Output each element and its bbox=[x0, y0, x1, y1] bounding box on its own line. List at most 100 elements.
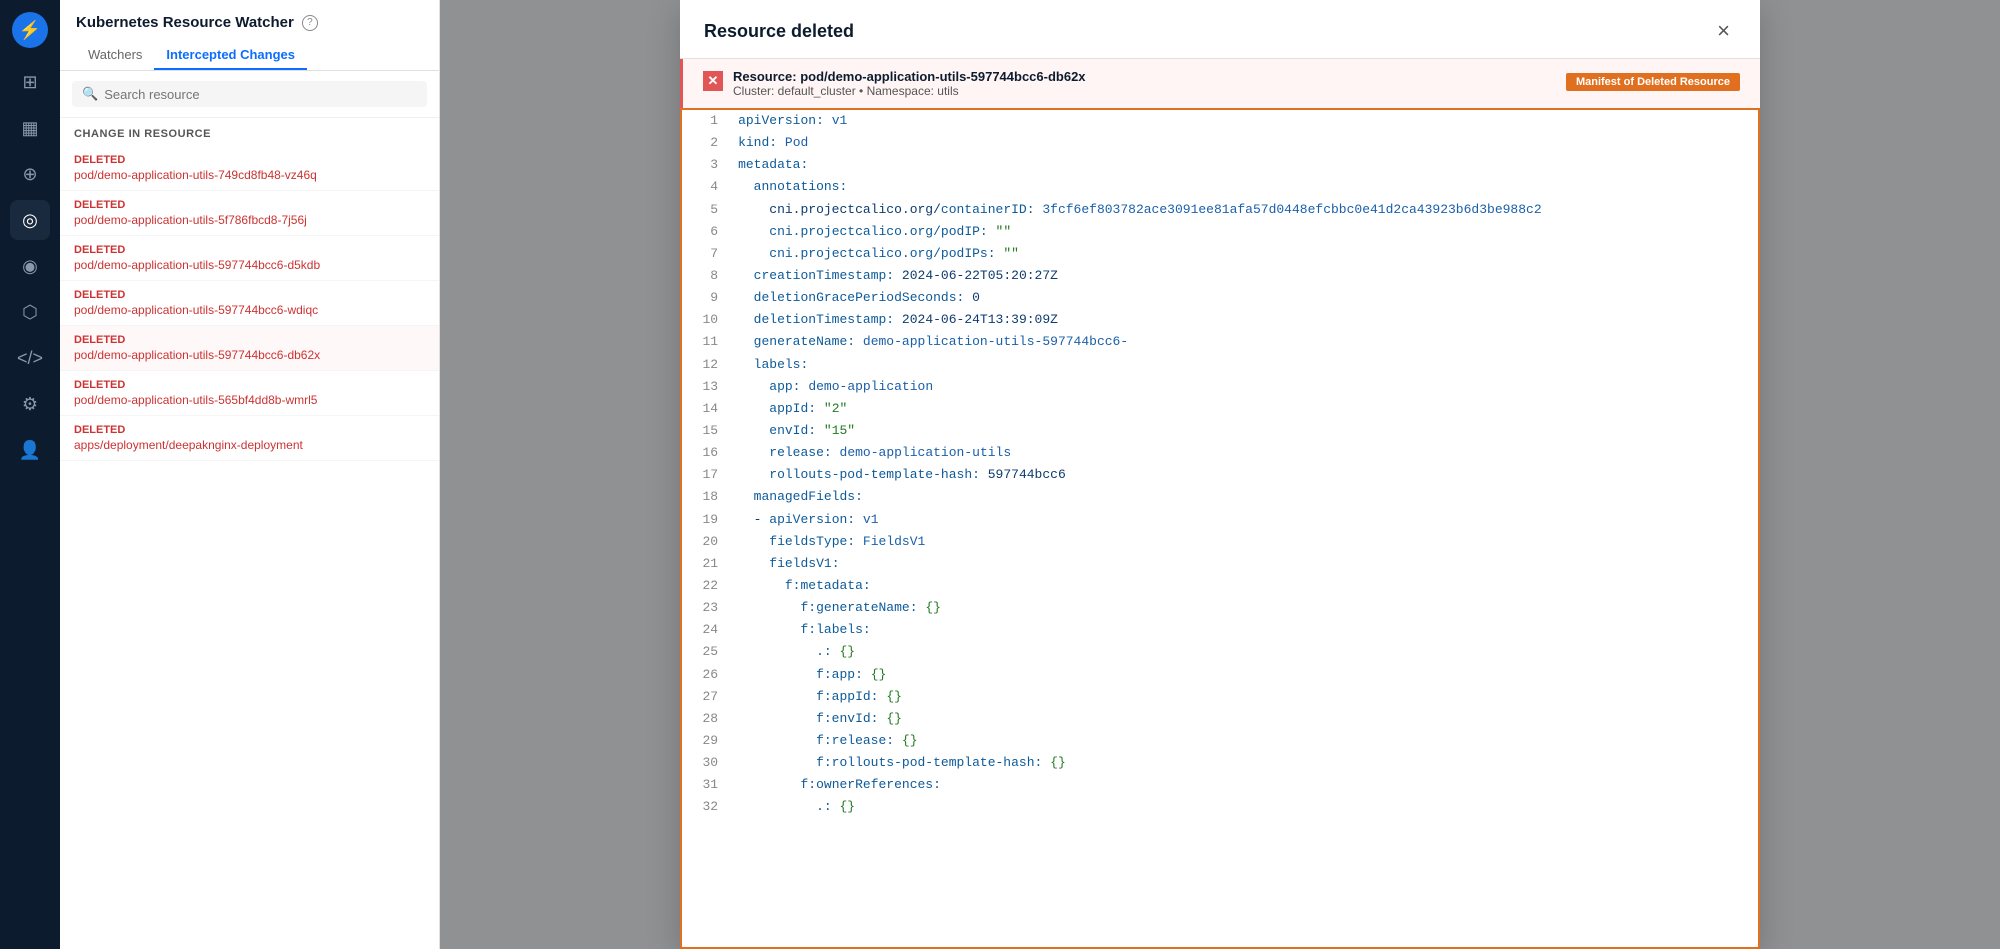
help-icon[interactable]: ? bbox=[302, 15, 318, 31]
line-number: 29 bbox=[682, 730, 732, 752]
resource-list: DELETED pod/demo-application-utils-749cd… bbox=[60, 146, 439, 949]
code-line: 30 f:rollouts-pod-template-hash: {} bbox=[682, 752, 1758, 774]
sidebar-icon-grid[interactable]: ⊞ bbox=[10, 62, 50, 102]
line-content: envId: "15" bbox=[732, 420, 1758, 442]
app-title: Kubernetes Resource Watcher bbox=[76, 14, 294, 31]
list-item[interactable]: DELETED pod/demo-application-utils-565bf… bbox=[60, 371, 439, 416]
tab-watchers[interactable]: Watchers bbox=[76, 41, 154, 70]
line-number: 4 bbox=[682, 176, 732, 198]
line-number: 17 bbox=[682, 464, 732, 486]
list-item[interactable]: DELETED pod/demo-application-utils-749cd… bbox=[60, 146, 439, 191]
sidebar-icon-code[interactable]: </> bbox=[10, 338, 50, 378]
line-content: generateName: demo-application-utils-597… bbox=[732, 331, 1758, 353]
sidebar-icon-plus[interactable]: ⊕ bbox=[10, 154, 50, 194]
line-number: 23 bbox=[682, 597, 732, 619]
line-content: deletionTimestamp: 2024-06-24T13:39:09Z bbox=[732, 309, 1758, 331]
deleted-icon: ✕ bbox=[703, 71, 723, 91]
close-button[interactable]: × bbox=[1711, 18, 1736, 44]
code-line: 32 .: {} bbox=[682, 796, 1758, 818]
code-table: 1 apiVersion: v1 2 kind: Pod 3 metadata:… bbox=[682, 110, 1758, 819]
sidebar-icon-settings[interactable]: ◉ bbox=[10, 246, 50, 286]
resource-status: DELETED bbox=[74, 379, 425, 391]
line-number: 18 bbox=[682, 486, 732, 508]
list-item[interactable]: DELETED pod/demo-application-utils-59774… bbox=[60, 236, 439, 281]
code-line: 12 labels: bbox=[682, 354, 1758, 376]
line-content: apiVersion: v1 bbox=[732, 110, 1758, 132]
line-number: 22 bbox=[682, 575, 732, 597]
list-item[interactable]: DELETED pod/demo-application-utils-5f786… bbox=[60, 191, 439, 236]
sidebar-icon-shield[interactable]: ⬡ bbox=[10, 292, 50, 332]
resource-path: Resource: pod/demo-application-utils-597… bbox=[733, 69, 1086, 84]
code-line: 18 managedFields: bbox=[682, 486, 1758, 508]
code-line: 8 creationTimestamp: 2024-06-22T05:20:27… bbox=[682, 265, 1758, 287]
list-item[interactable]: DELETED pod/demo-application-utils-59774… bbox=[60, 281, 439, 326]
line-content: managedFields: bbox=[732, 486, 1758, 508]
line-number: 19 bbox=[682, 509, 732, 531]
code-line: 28 f:envId: {} bbox=[682, 708, 1758, 730]
line-content: metadata: bbox=[732, 154, 1758, 176]
line-number: 7 bbox=[682, 243, 732, 265]
line-number: 3 bbox=[682, 154, 732, 176]
modal-header: Resource deleted × bbox=[680, 0, 1760, 59]
code-line: 22 f:metadata: bbox=[682, 575, 1758, 597]
app-logo[interactable]: ⚡ bbox=[12, 12, 48, 48]
line-number: 9 bbox=[682, 287, 732, 309]
line-content: app: demo-application bbox=[732, 376, 1758, 398]
tabs-row: Watchers Intercepted Changes bbox=[76, 41, 423, 70]
sidebar-icon-gear[interactable]: ⚙ bbox=[10, 384, 50, 424]
line-content: annotations: bbox=[732, 176, 1758, 198]
line-number: 21 bbox=[682, 553, 732, 575]
search-icon: 🔍 bbox=[82, 86, 98, 102]
app-header: Kubernetes Resource Watcher ? Watchers I… bbox=[60, 0, 439, 71]
line-content: deletionGracePeriodSeconds: 0 bbox=[732, 287, 1758, 309]
modal-title: Resource deleted bbox=[704, 21, 854, 42]
list-item[interactable]: DELETED pod/demo-application-utils-59774… bbox=[60, 326, 439, 371]
line-content: f:metadata: bbox=[732, 575, 1758, 597]
modal-dialog: Resource deleted × ✕ Resource: pod/demo-… bbox=[680, 0, 1760, 949]
code-line: 16 release: demo-application-utils bbox=[682, 442, 1758, 464]
line-content: fieldsV1: bbox=[732, 553, 1758, 575]
code-line: 7 cni.projectcalico.org/podIPs: "" bbox=[682, 243, 1758, 265]
code-line: 1 apiVersion: v1 bbox=[682, 110, 1758, 132]
line-content: release: demo-application-utils bbox=[732, 442, 1758, 464]
code-line: 17 rollouts-pod-template-hash: 597744bcc… bbox=[682, 464, 1758, 486]
code-line: 24 f:labels: bbox=[682, 619, 1758, 641]
line-number: 31 bbox=[682, 774, 732, 796]
list-item[interactable]: DELETED apps/deployment/deepaknginx-depl… bbox=[60, 416, 439, 461]
line-number: 27 bbox=[682, 686, 732, 708]
line-number: 11 bbox=[682, 331, 732, 353]
line-number: 20 bbox=[682, 531, 732, 553]
code-line: 29 f:release: {} bbox=[682, 730, 1758, 752]
line-content: .: {} bbox=[732, 796, 1758, 818]
search-input[interactable] bbox=[104, 87, 417, 102]
line-content: .: {} bbox=[732, 641, 1758, 663]
resource-name: pod/demo-application-utils-597744bcc6-db… bbox=[74, 348, 425, 362]
code-viewer[interactable]: 1 apiVersion: v1 2 kind: Pod 3 metadata:… bbox=[680, 108, 1760, 949]
tab-intercepted-changes[interactable]: Intercepted Changes bbox=[154, 41, 307, 70]
resource-banner: ✕ Resource: pod/demo-application-utils-5… bbox=[680, 59, 1760, 108]
sidebar-icon-globe[interactable]: ◎ bbox=[10, 200, 50, 240]
line-content: f:rollouts-pod-template-hash: {} bbox=[732, 752, 1758, 774]
resource-status: DELETED bbox=[74, 289, 425, 301]
manifest-tag: Manifest of Deleted Resource bbox=[1566, 73, 1740, 91]
code-line: 3 metadata: bbox=[682, 154, 1758, 176]
code-line: 21 fieldsV1: bbox=[682, 553, 1758, 575]
code-line: 13 app: demo-application bbox=[682, 376, 1758, 398]
code-line: 20 fieldsType: FieldsV1 bbox=[682, 531, 1758, 553]
line-content: kind: Pod bbox=[732, 132, 1758, 154]
page-background: Kubernetes Resource Watcher ? Watchers I… bbox=[60, 0, 2000, 949]
code-line: 25 .: {} bbox=[682, 641, 1758, 663]
line-content: creationTimestamp: 2024-06-22T05:20:27Z bbox=[732, 265, 1758, 287]
line-content: fieldsType: FieldsV1 bbox=[732, 531, 1758, 553]
line-number: 16 bbox=[682, 442, 732, 464]
line-number: 8 bbox=[682, 265, 732, 287]
line-content: labels: bbox=[732, 354, 1758, 376]
line-number: 1 bbox=[682, 110, 732, 132]
resource-status: DELETED bbox=[74, 424, 425, 436]
code-line: 14 appId: "2" bbox=[682, 398, 1758, 420]
sidebar-icon-chart[interactable]: ▦ bbox=[10, 108, 50, 148]
code-line: 9 deletionGracePeriodSeconds: 0 bbox=[682, 287, 1758, 309]
code-line: 27 f:appId: {} bbox=[682, 686, 1758, 708]
sidebar-icon-user[interactable]: 👤 bbox=[10, 430, 50, 470]
line-number: 12 bbox=[682, 354, 732, 376]
